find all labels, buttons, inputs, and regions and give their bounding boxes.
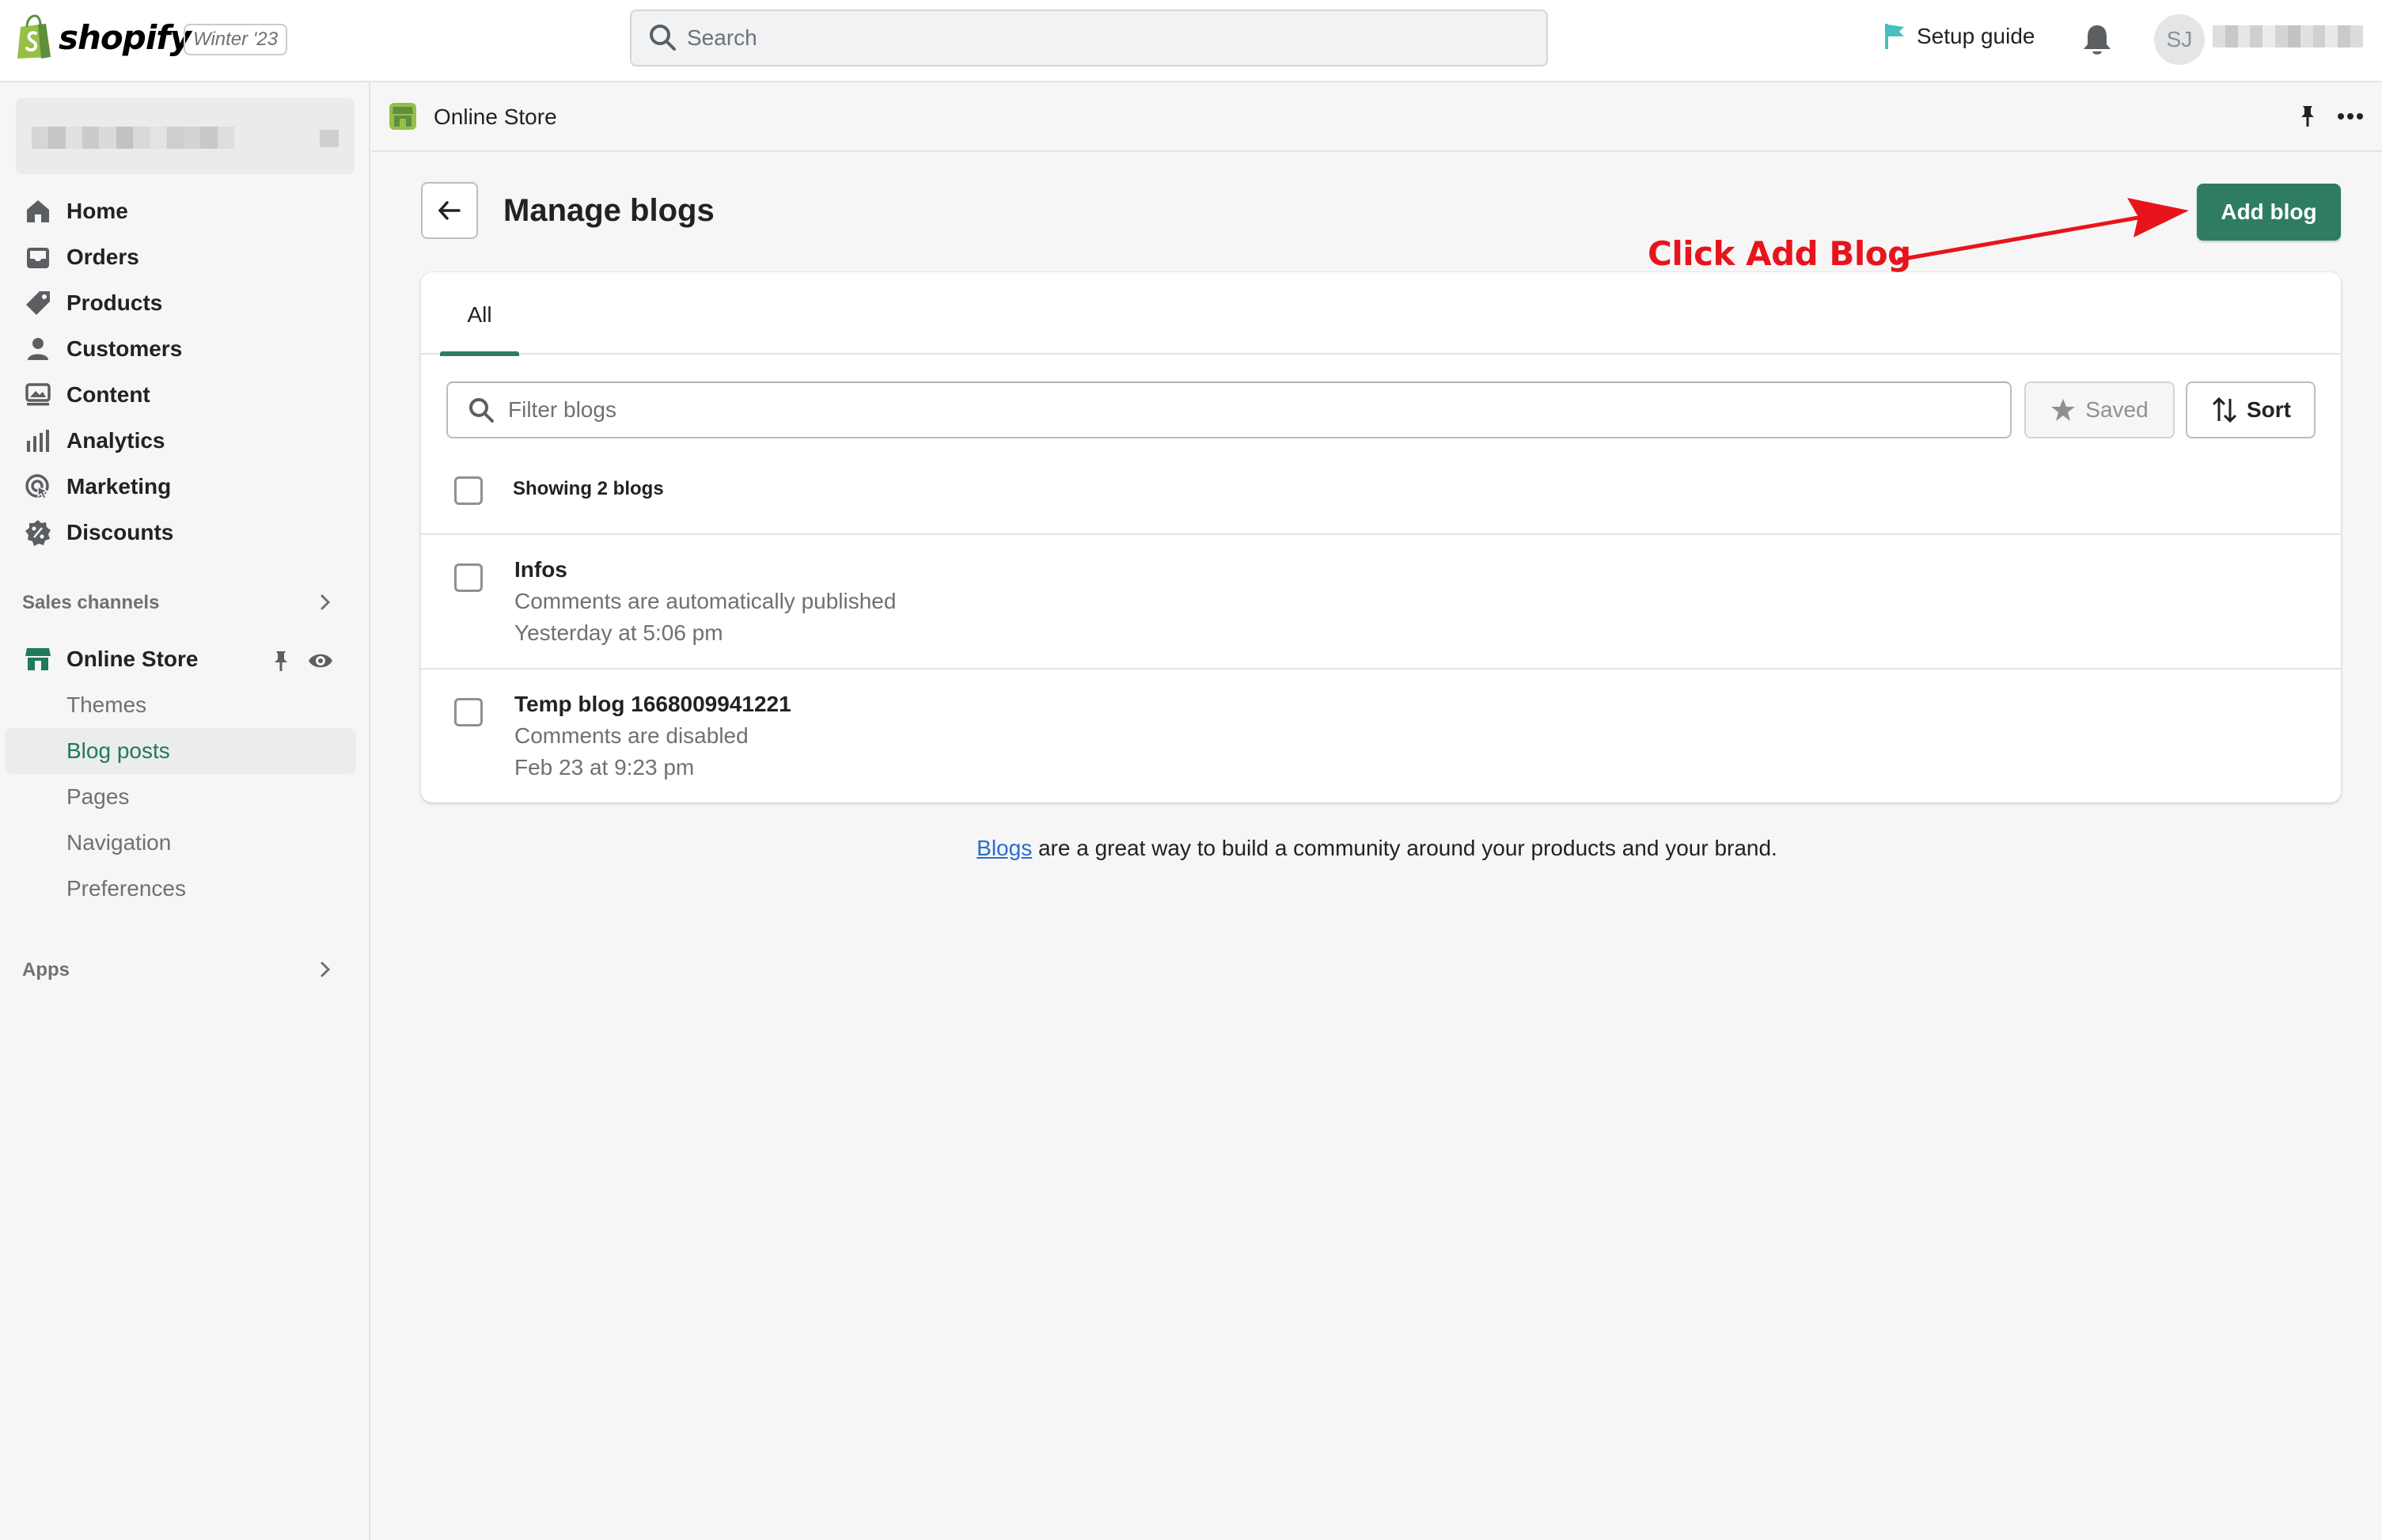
select-all-checkbox[interactable] <box>454 476 483 505</box>
nav-customers-label: Customers <box>66 336 183 361</box>
user-name-redacted[interactable] <box>2213 25 2363 47</box>
saved-button[interactable]: Saved <box>2024 381 2175 438</box>
saved-label: Saved <box>2085 397 2149 422</box>
arrow-left-icon <box>438 201 461 220</box>
nav-marketing[interactable]: Marketing <box>0 464 356 510</box>
nav-analytics[interactable]: Analytics <box>0 418 356 464</box>
sales-channels-chevron-right-icon[interactable] <box>313 590 337 614</box>
setup-guide-label: Setup guide <box>1917 24 2035 48</box>
discount-icon <box>25 520 51 546</box>
search-icon <box>650 25 676 51</box>
sales-channels-title: Sales channels <box>22 592 160 613</box>
tutorial-annotation-text: Click Add Blog <box>1648 234 1911 273</box>
footer-help-text: Blogs are a great way to build a communi… <box>372 836 2382 861</box>
nav-home[interactable]: Home <box>0 188 356 234</box>
target-icon <box>25 474 50 499</box>
more-actions-icon[interactable] <box>2335 103 2366 130</box>
search-placeholder: Search <box>687 25 757 50</box>
online-store-actions <box>269 649 334 673</box>
star-icon <box>2051 399 2076 421</box>
shopify-logo[interactable]: shopify <box>14 14 192 60</box>
nav-content-label: Content <box>66 382 150 407</box>
blog-row-checkbox[interactable] <box>454 563 483 592</box>
blog-title[interactable]: Infos <box>514 557 567 582</box>
setup-guide-button[interactable]: Setup guide <box>1883 22 2035 51</box>
nav-discounts-label: Discounts <box>66 520 174 544</box>
pin-icon[interactable] <box>2295 103 2320 130</box>
nav-home-label: Home <box>66 199 128 223</box>
blog-title[interactable]: Temp blog 1668009941221 <box>514 692 791 717</box>
sub-nav-pages[interactable]: Pages <box>5 774 356 820</box>
nav-content[interactable]: Content <box>0 372 356 418</box>
tab-active-indicator <box>440 351 519 356</box>
eye-icon[interactable] <box>307 649 334 673</box>
nav-customers[interactable]: Customers <box>0 326 356 372</box>
blogs-help-link[interactable]: Blogs <box>977 836 1032 860</box>
nav-marketing-label: Marketing <box>66 474 172 499</box>
logo-wordmark: shopify <box>59 17 192 57</box>
filter-blogs-input[interactable]: Filter blogs <box>446 381 2012 438</box>
sidebar: Home Orders Products Customers Content A… <box>0 82 370 1540</box>
nav-analytics-label: Analytics <box>66 428 165 453</box>
home-icon <box>27 200 49 222</box>
bar-chart-icon <box>27 430 49 452</box>
page-title: Manage blogs <box>503 193 715 228</box>
blogs-card: All Filter blogs Saved Sort Showing 2 bl… <box>421 272 2341 802</box>
blog-comments-setting: Comments are disabled <box>514 723 749 748</box>
storefront-icon <box>25 648 51 670</box>
tabs-row: All <box>421 272 2341 356</box>
nav-products-label: Products <box>66 290 163 315</box>
sub-nav-blog-posts[interactable]: Blog posts <box>5 728 356 774</box>
tag-icon <box>26 291 50 315</box>
row-divider <box>421 668 2341 669</box>
online-store-app-icon <box>389 103 416 130</box>
blog-row-checkbox[interactable] <box>454 698 483 726</box>
footer-help-sentence: are a great way to build a community aro… <box>1032 836 1777 860</box>
nav-discounts[interactable]: Discounts <box>0 510 356 556</box>
apps-chevron-right-icon[interactable] <box>313 958 337 981</box>
channel-title: Online Store <box>434 104 557 129</box>
back-button[interactable] <box>421 182 478 239</box>
showing-count: Showing 2 blogs <box>513 478 664 499</box>
add-blog-button[interactable]: Add blog <box>2197 184 2341 241</box>
tab-all-label: All <box>467 302 492 327</box>
annotation-arrow-icon <box>1897 198 2189 262</box>
content-icon <box>25 383 51 406</box>
store-name-redacted <box>32 127 234 149</box>
notifications-bell-icon[interactable] <box>2081 22 2113 57</box>
inbox-icon <box>27 248 49 268</box>
search-icon <box>469 398 494 423</box>
global-search-input[interactable]: Search <box>630 9 1548 66</box>
sort-button[interactable]: Sort <box>2186 381 2316 438</box>
nav-orders[interactable]: Orders <box>0 234 356 280</box>
filter-placeholder: Filter blogs <box>508 397 616 422</box>
edition-badge: Winter '23 <box>184 24 288 55</box>
sub-nav-preferences[interactable]: Preferences <box>5 866 356 912</box>
person-icon <box>28 338 48 360</box>
blog-updated-date: Yesterday at 5:06 pm <box>514 620 723 645</box>
row-divider <box>421 533 2341 535</box>
blog-updated-date: Feb 23 at 9:23 pm <box>514 755 695 779</box>
user-avatar[interactable]: SJ <box>2154 14 2205 65</box>
apps-title: Apps <box>22 959 70 981</box>
flag-icon <box>1885 24 1904 49</box>
sub-nav-navigation[interactable]: Navigation <box>5 820 356 866</box>
nav-orders-label: Orders <box>66 245 139 269</box>
pin-icon[interactable] <box>269 649 293 673</box>
channel-header-bar: Online Store <box>372 82 2382 152</box>
top-bar: shopify Winter '23 Search Setup guide SJ <box>0 0 2382 82</box>
tab-all[interactable]: All <box>440 272 519 356</box>
sort-arrows-icon <box>2212 396 2237 423</box>
nav-products[interactable]: Products <box>0 280 356 326</box>
blog-comments-setting: Comments are automatically published <box>514 589 897 613</box>
store-selector[interactable] <box>16 98 355 174</box>
sub-nav-themes[interactable]: Themes <box>5 682 356 728</box>
store-selector-chip <box>320 130 339 147</box>
nav-online-store-label: Online Store <box>66 647 199 671</box>
sort-label: Sort <box>2247 397 2291 422</box>
shopify-bag-icon <box>17 14 51 59</box>
